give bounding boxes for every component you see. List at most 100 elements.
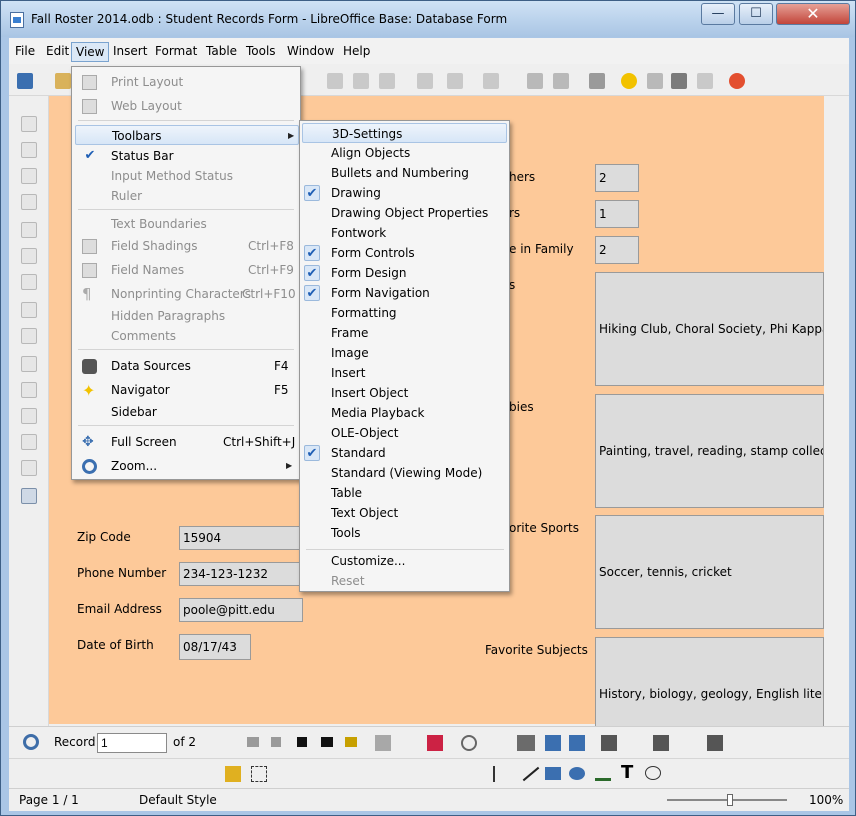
toolbar-item-formatting[interactable]: Formatting xyxy=(300,303,509,323)
curve-icon[interactable] xyxy=(595,767,611,781)
toolbar-item-align-objects[interactable]: Align Objects xyxy=(300,143,509,163)
menu-help[interactable]: Help xyxy=(339,42,374,62)
menu-navigator[interactable]: ✦ Navigator F5 xyxy=(72,380,300,400)
apply-filter-icon[interactable] xyxy=(653,735,669,751)
toolbar-item-form-design[interactable]: ✔ Form Design xyxy=(300,263,509,283)
first-record-icon[interactable] xyxy=(247,737,259,747)
menu-full-screen[interactable]: ✥ Full Screen Ctrl+Shift+J xyxy=(72,432,300,452)
design-mode-icon[interactable] xyxy=(21,142,37,158)
text-box-icon[interactable] xyxy=(21,248,37,264)
favorite-sports-field[interactable]: Soccer, tennis, cricket xyxy=(595,515,824,629)
menu-status-bar[interactable]: ✔ Status Bar xyxy=(72,146,300,166)
toolbar-item-insert-object[interactable]: Insert Object xyxy=(300,383,509,403)
rectangle-icon[interactable] xyxy=(545,767,561,780)
email-field[interactable]: poole@pitt.edu xyxy=(179,598,303,622)
select-icon[interactable] xyxy=(21,116,37,132)
close-button[interactable]: ✕ xyxy=(776,3,850,25)
autofilter-icon[interactable] xyxy=(601,735,617,751)
menu-insert[interactable]: Insert xyxy=(109,42,151,62)
toolbar-item-ole-object[interactable]: OLE-Object xyxy=(300,423,509,443)
toolbar-item-standard-viewing-mode[interactable]: Standard (Viewing Mode) xyxy=(300,463,509,483)
menu-view[interactable]: View xyxy=(71,42,110,62)
menu-nonprinting-characters[interactable]: ¶ Nonprinting Characters Ctrl+F10 xyxy=(72,284,300,304)
menu-print-layout[interactable]: Print Layout xyxy=(72,72,300,92)
sort-ascending-icon[interactable] xyxy=(545,735,561,751)
new-record-icon[interactable] xyxy=(345,737,357,747)
navigator-star-icon[interactable] xyxy=(621,73,637,89)
paste-icon[interactable] xyxy=(379,73,395,89)
siblings-field[interactable]: 2 xyxy=(595,164,639,192)
data-to-text-icon[interactable] xyxy=(707,735,723,751)
table-icon[interactable] xyxy=(553,73,569,89)
delete-record-icon[interactable] xyxy=(427,735,443,751)
toolbar-item-tools[interactable]: Tools xyxy=(300,523,509,543)
data-sources-icon[interactable] xyxy=(671,73,687,89)
menu-hidden-paragraphs[interactable]: Hidden Paragraphs xyxy=(72,306,300,326)
toolbar-item-table[interactable]: Table xyxy=(300,483,509,503)
previous-record-icon[interactable] xyxy=(271,737,281,747)
record-number-input[interactable] xyxy=(97,733,167,753)
sisters-field[interactable]: 1 xyxy=(595,200,639,228)
toolbar-item-drawing[interactable]: ✔ Drawing xyxy=(300,183,509,203)
form-design-icon[interactable] xyxy=(21,460,37,476)
title-bar[interactable]: Fall Roster 2014.odb : Student Records F… xyxy=(1,1,855,37)
toolbar-item-3d-settings[interactable]: 3D-Settings xyxy=(302,123,507,143)
toolbar-item-media-playback[interactable]: Media Playback xyxy=(300,403,509,423)
hobbies-field[interactable]: Painting, travel, reading, stamp collect… xyxy=(595,394,824,508)
select-frame-icon[interactable] xyxy=(251,766,267,782)
menu-web-layout[interactable]: Web Layout xyxy=(72,96,300,116)
menu-format[interactable]: Format xyxy=(151,42,201,62)
zoom-slider-handle[interactable] xyxy=(727,794,733,806)
redo-icon[interactable] xyxy=(483,73,499,89)
push-button-icon[interactable] xyxy=(21,302,37,318)
menu-sidebar[interactable]: Sidebar xyxy=(72,402,300,422)
formatted-field-icon[interactable] xyxy=(21,274,37,290)
list-box-icon[interactable] xyxy=(21,356,37,372)
sort-descending-icon[interactable] xyxy=(569,735,585,751)
hyperlink-icon[interactable] xyxy=(527,73,543,89)
toolbar-reset[interactable]: Reset xyxy=(300,571,509,591)
help-icon[interactable] xyxy=(729,73,745,89)
minimize-button[interactable]: — xyxy=(701,3,735,25)
save-record-icon[interactable] xyxy=(375,735,391,751)
combo-box-icon[interactable] xyxy=(21,382,37,398)
toolbar-item-frame[interactable]: Frame xyxy=(300,323,509,343)
next-record-icon[interactable] xyxy=(297,737,307,747)
maximize-button[interactable]: ☐ xyxy=(739,3,773,25)
form-properties-icon[interactable] xyxy=(21,194,37,210)
callout-icon[interactable] xyxy=(645,766,661,780)
menu-text-boundaries[interactable]: Text Boundaries xyxy=(72,214,300,234)
menu-data-sources[interactable]: Data Sources F4 xyxy=(72,356,300,376)
select-arrow-icon[interactable] xyxy=(493,766,507,782)
new-document-icon[interactable] xyxy=(17,73,33,89)
menu-toolbars[interactable]: Toolbars ▶ xyxy=(75,125,299,145)
menu-comments[interactable]: Comments xyxy=(72,326,300,346)
label-field-icon[interactable] xyxy=(21,408,37,424)
toolbar-customize[interactable]: Customize... xyxy=(300,551,509,571)
menu-table[interactable]: Table xyxy=(202,42,241,62)
place-in-family-field[interactable]: 2 xyxy=(595,236,639,264)
open-folder-icon[interactable] xyxy=(55,73,71,89)
checkbox-icon[interactable] xyxy=(21,222,37,238)
menu-field-shadings[interactable]: Field Shadings Ctrl+F8 xyxy=(72,236,300,256)
copy-icon[interactable] xyxy=(353,73,369,89)
menu-field-names[interactable]: Field Names Ctrl+F9 xyxy=(72,260,300,280)
toolbar-item-drawing-object-properties[interactable]: Drawing Object Properties xyxy=(300,203,509,223)
refresh-icon[interactable] xyxy=(461,735,477,751)
phone-field[interactable]: 234-123-1232 xyxy=(179,562,303,586)
zip-field[interactable]: 15904 xyxy=(179,526,303,550)
toolbar-item-insert[interactable]: Insert xyxy=(300,363,509,383)
last-record-icon[interactable] xyxy=(321,737,333,747)
sort-icon[interactable] xyxy=(517,735,535,751)
option-button-icon[interactable] xyxy=(21,328,37,344)
more-controls-icon[interactable] xyxy=(21,434,37,450)
dob-field[interactable]: 08/17/43 xyxy=(179,634,251,660)
menu-input-method-status[interactable]: Input Method Status xyxy=(72,166,300,186)
find-record-icon[interactable] xyxy=(23,734,39,750)
toolbar-item-form-controls[interactable]: ✔ Form Controls xyxy=(300,243,509,263)
toolbar-item-standard[interactable]: ✔ Standard xyxy=(300,443,509,463)
gallery-icon[interactable] xyxy=(647,73,663,89)
line-icon[interactable] xyxy=(522,766,540,782)
text-tool-icon[interactable]: T xyxy=(621,764,633,782)
menu-tools[interactable]: Tools xyxy=(242,42,280,62)
